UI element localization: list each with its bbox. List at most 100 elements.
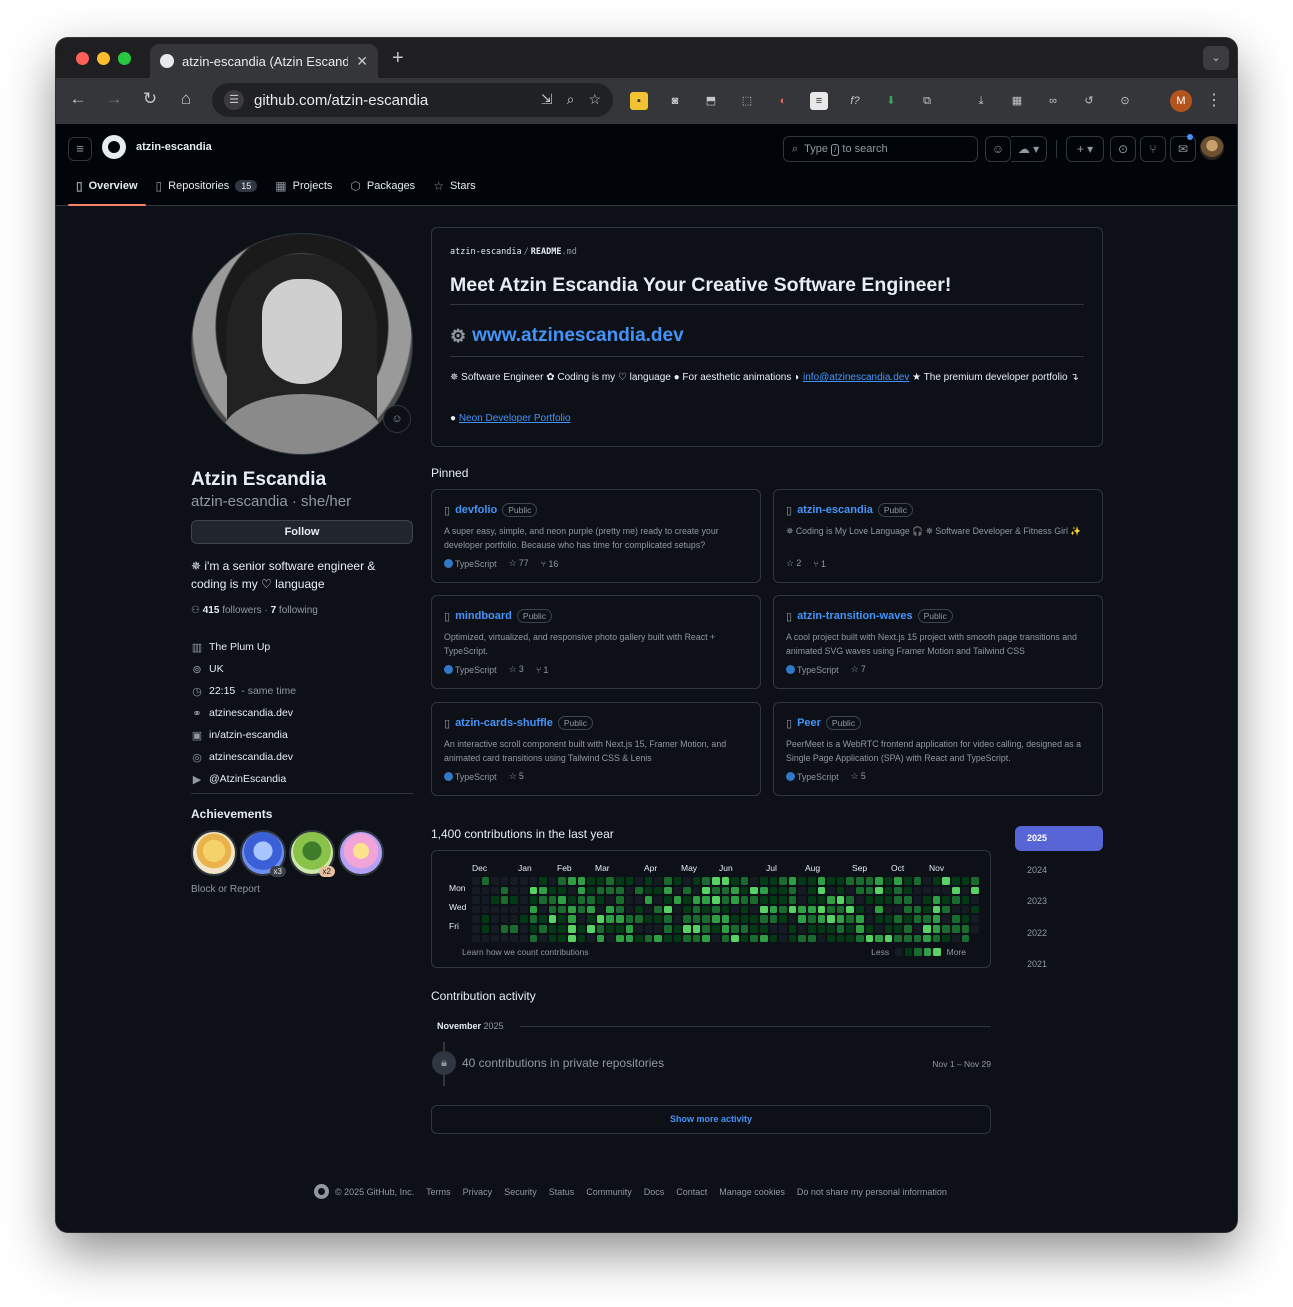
contribution-day-cell[interactable] bbox=[520, 896, 528, 904]
contribution-day-cell[interactable] bbox=[952, 925, 960, 933]
contribution-day-cell[interactable] bbox=[654, 896, 662, 904]
contribution-day-cell[interactable] bbox=[798, 934, 806, 943]
contribution-day-cell[interactable] bbox=[913, 925, 922, 933]
forks-link[interactable]: ⑂ 16 bbox=[541, 559, 559, 569]
contribution-day-cell[interactable] bbox=[884, 877, 893, 885]
pull-shark-badge-icon[interactable]: x3 bbox=[240, 830, 286, 877]
contribution-day-cell[interactable] bbox=[788, 905, 797, 914]
contribution-day-cell[interactable] bbox=[942, 915, 950, 923]
contribution-day-cell[interactable] bbox=[846, 915, 854, 923]
contribution-day-cell[interactable] bbox=[865, 925, 874, 933]
contribution-day-cell[interactable] bbox=[644, 877, 653, 885]
contribution-day-cell[interactable] bbox=[606, 925, 614, 933]
repo-name-link[interactable]: mindboard bbox=[455, 610, 512, 622]
extension-notes-icon[interactable]: ▪ bbox=[630, 92, 648, 110]
contribution-day-cell[interactable] bbox=[913, 896, 922, 904]
contribution-day-cell[interactable] bbox=[884, 934, 893, 943]
home-icon[interactable]: ⌂ bbox=[174, 89, 198, 109]
contribution-day-cell[interactable] bbox=[721, 877, 730, 885]
contribution-day-cell[interactable] bbox=[472, 877, 480, 885]
contribution-day-cell[interactable] bbox=[971, 915, 979, 923]
contribution-day-cell[interactable] bbox=[856, 905, 864, 914]
contribution-day-cell[interactable] bbox=[472, 905, 480, 914]
contribution-day-cell[interactable] bbox=[827, 877, 835, 885]
contribution-day-cell[interactable] bbox=[606, 934, 614, 943]
install-app-icon[interactable]: ⇲ bbox=[541, 91, 553, 108]
contribution-day-cell[interactable] bbox=[836, 925, 845, 933]
contribution-day-cell[interactable] bbox=[654, 905, 662, 914]
contribution-day-cell[interactable] bbox=[884, 896, 893, 904]
contribution-day-cell[interactable] bbox=[932, 886, 941, 895]
year-button[interactable]: 2025 bbox=[1015, 826, 1103, 851]
contribution-day-cell[interactable] bbox=[952, 915, 960, 923]
contribution-day-cell[interactable] bbox=[788, 877, 797, 885]
contribution-day-cell[interactable] bbox=[692, 925, 701, 933]
contribution-day-cell[interactable] bbox=[606, 896, 614, 904]
contribution-day-cell[interactable] bbox=[481, 877, 490, 885]
contribution-day-cell[interactable] bbox=[712, 896, 720, 904]
contribution-day-cell[interactable] bbox=[654, 886, 662, 895]
set-status-icon[interactable]: ☺ bbox=[383, 405, 411, 433]
contribution-day-cell[interactable] bbox=[692, 886, 701, 895]
contribution-day-cell[interactable] bbox=[932, 896, 941, 904]
contribution-day-cell[interactable] bbox=[836, 905, 845, 914]
contribution-day-cell[interactable] bbox=[808, 886, 816, 895]
follow-button[interactable]: Follow bbox=[191, 520, 413, 544]
footer-link[interactable]: Terms bbox=[426, 1187, 451, 1197]
contribution-day-cell[interactable] bbox=[760, 905, 768, 914]
contribution-day-cell[interactable] bbox=[779, 915, 787, 923]
following-link[interactable]: 7 following bbox=[271, 605, 318, 616]
contribution-day-cell[interactable] bbox=[971, 925, 979, 933]
contribution-day-cell[interactable] bbox=[894, 886, 902, 895]
contribution-day-cell[interactable] bbox=[472, 925, 480, 933]
contribution-day-cell[interactable] bbox=[865, 877, 874, 885]
stars-link[interactable]: ☆ 2 bbox=[786, 558, 801, 569]
contribution-day-cell[interactable] bbox=[539, 925, 547, 933]
contribution-day-cell[interactable] bbox=[673, 886, 682, 895]
contribution-day-cell[interactable] bbox=[894, 896, 902, 904]
contribution-day-cell[interactable] bbox=[491, 886, 499, 895]
contribution-day-cell[interactable] bbox=[923, 934, 931, 943]
stars-link[interactable]: ☆ 3 bbox=[509, 664, 524, 675]
contribution-day-cell[interactable] bbox=[683, 896, 691, 904]
contribution-day-cell[interactable] bbox=[760, 915, 768, 923]
contribution-day-cell[interactable] bbox=[760, 925, 768, 933]
contribution-day-cell[interactable] bbox=[932, 877, 941, 885]
contribution-day-cell[interactable] bbox=[971, 905, 979, 914]
contribution-day-cell[interactable] bbox=[894, 905, 902, 914]
contribution-day-cell[interactable] bbox=[568, 896, 576, 904]
profile-avatar-image[interactable] bbox=[191, 233, 413, 455]
contribution-day-cell[interactable] bbox=[654, 915, 662, 923]
contribution-day-cell[interactable] bbox=[529, 915, 538, 923]
zoom-icon[interactable]: ⌕ bbox=[567, 91, 575, 108]
back-arrow-icon[interactable]: ← bbox=[66, 89, 90, 109]
contribution-day-cell[interactable] bbox=[683, 905, 691, 914]
create-new-button[interactable]: + ▾ bbox=[1066, 136, 1104, 162]
contribution-day-cell[interactable] bbox=[577, 934, 586, 943]
contribution-day-cell[interactable] bbox=[683, 886, 691, 895]
footer-link[interactable]: Do not share my personal information bbox=[797, 1187, 947, 1197]
contribution-day-cell[interactable] bbox=[587, 896, 595, 904]
user-avatar[interactable] bbox=[1200, 136, 1224, 160]
contribution-day-cell[interactable] bbox=[491, 896, 499, 904]
contribution-day-cell[interactable] bbox=[481, 925, 490, 933]
contribution-day-cell[interactable] bbox=[596, 896, 605, 904]
contribution-day-cell[interactable] bbox=[894, 934, 902, 943]
tab-overview[interactable]: ▯ Overview bbox=[68, 168, 146, 206]
contribution-day-cell[interactable] bbox=[577, 896, 586, 904]
contribution-day-cell[interactable] bbox=[692, 915, 701, 923]
contribution-day-cell[interactable] bbox=[577, 886, 586, 895]
contribution-day-cell[interactable] bbox=[846, 886, 854, 895]
contribution-day-cell[interactable] bbox=[596, 905, 605, 914]
contribution-day-cell[interactable] bbox=[548, 934, 557, 943]
site-info-icon[interactable]: ☰ bbox=[224, 90, 244, 110]
github-logo-icon[interactable] bbox=[314, 1184, 329, 1199]
contribution-day-cell[interactable] bbox=[491, 934, 499, 943]
contribution-day-cell[interactable] bbox=[913, 886, 922, 895]
contribution-day-cell[interactable] bbox=[808, 905, 816, 914]
contribution-day-cell[interactable] bbox=[577, 925, 586, 933]
contribution-day-cell[interactable] bbox=[644, 896, 653, 904]
contribution-day-cell[interactable] bbox=[846, 905, 854, 914]
contribution-day-cell[interactable] bbox=[875, 925, 883, 933]
contribution-day-cell[interactable] bbox=[539, 905, 547, 914]
